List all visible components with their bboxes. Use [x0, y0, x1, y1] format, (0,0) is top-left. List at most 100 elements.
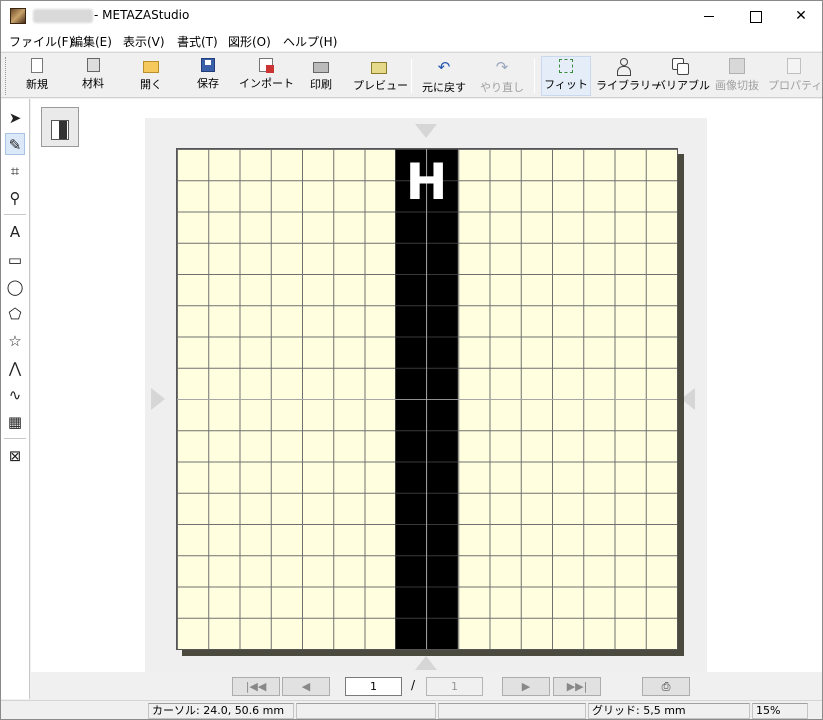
- printer-icon: [313, 62, 329, 73]
- import-label: インポート: [239, 77, 294, 90]
- first-page-button[interactable]: |◀◀: [232, 677, 280, 696]
- grid-size: グリッド: 5,5 mm: [588, 703, 750, 719]
- paper-grid[interactable]: H: [176, 148, 678, 650]
- import-icon: [259, 58, 274, 73]
- polyline-tool-icon[interactable]: ⋀: [5, 357, 25, 379]
- image-cut-icon: [729, 58, 745, 74]
- node-edit-tool-icon[interactable]: ✎: [5, 133, 25, 155]
- page-thumbnail[interactable]: [41, 107, 79, 147]
- ellipse-tool-icon[interactable]: ◯: [5, 276, 25, 298]
- thumbnail-preview: [51, 120, 69, 140]
- frame-tool-icon[interactable]: ⊠: [5, 445, 25, 467]
- redo-label: やり直し: [480, 81, 524, 94]
- blurred-filename: [33, 9, 93, 23]
- crop-tool-icon[interactable]: ⌗: [5, 160, 25, 182]
- design-stage[interactable]: H: [145, 118, 707, 672]
- prev-page-button[interactable]: ◀: [282, 677, 330, 696]
- variable-icon: [672, 58, 689, 75]
- preview-icon: [371, 62, 387, 74]
- import-button[interactable]: インポート: [239, 56, 294, 96]
- cursor-position: カーソル: 24.0, 50.6 mm: [148, 703, 294, 719]
- material-button[interactable]: 材料: [71, 56, 115, 96]
- fit-label: フィット: [544, 78, 588, 91]
- left-arrow-icon: [151, 388, 165, 410]
- open-button[interactable]: 開く: [129, 56, 173, 96]
- properties-button[interactable]: プロパティ: [768, 56, 823, 96]
- menu-bar: ファイル(F) 編集(E) 表示(V) 書式(T) 図形(O) ヘルプ(H): [1, 31, 822, 51]
- tool-palette: ➤ ✎ ⌗ ⚲ A ▭ ◯ ⬠ ☆ ⋀ ∿ ▦ ⊠: [1, 99, 30, 699]
- toolbar-separator: [534, 59, 535, 93]
- top-arrow-icon: [415, 124, 437, 138]
- palette-separator: [4, 438, 26, 439]
- polygon-tool-icon[interactable]: ⬠: [5, 303, 25, 325]
- redo-icon: ↷: [495, 58, 509, 76]
- close-button[interactable]: ✕: [778, 1, 823, 31]
- zoom-tool-icon[interactable]: ⚲: [5, 187, 25, 209]
- material-icon: [86, 58, 100, 72]
- app-window: - METAZAStudio ✕ ファイル(F) 編集(E) 表示(V) 書式(…: [0, 0, 823, 720]
- undo-icon: ↶: [437, 58, 451, 76]
- image-tool-icon[interactable]: ▦: [5, 411, 25, 433]
- palette-separator: [4, 214, 26, 215]
- fit-button[interactable]: フィット: [541, 56, 591, 96]
- curve-tool-icon[interactable]: ∿: [5, 384, 25, 406]
- floppy-icon: [201, 58, 215, 72]
- redo-button[interactable]: ↷ やり直し: [477, 56, 527, 96]
- properties-icon: [787, 58, 801, 74]
- preview-button[interactable]: プレビュー: [353, 56, 408, 96]
- print-button[interactable]: 印刷: [299, 56, 343, 96]
- zoom-level: 15%: [752, 703, 808, 719]
- undo-button[interactable]: ↶ 元に戻す: [419, 56, 469, 96]
- menu-help[interactable]: ヘルプ(H): [283, 33, 337, 50]
- menu-view[interactable]: 表示(V): [123, 33, 165, 50]
- menu-file[interactable]: ファイル(F): [9, 33, 73, 50]
- material-label: 材料: [82, 77, 104, 90]
- variable-label: バリアブル: [655, 79, 710, 92]
- image-cut-label: 画像切抜: [715, 79, 759, 92]
- toolbar-grip[interactable]: [5, 57, 8, 95]
- properties-label: プロパティ: [768, 79, 823, 92]
- output-button[interactable]: ⎙: [642, 677, 690, 696]
- open-label: 開く: [140, 78, 162, 91]
- fit-icon: [559, 59, 573, 73]
- total-pages-field: 1: [426, 677, 483, 696]
- letter-text[interactable]: H: [395, 152, 458, 212]
- new-button[interactable]: 新規: [15, 56, 59, 96]
- window-title: - METAZAStudio: [94, 8, 190, 22]
- status-pane-2: [296, 703, 436, 719]
- minimize-button[interactable]: [686, 1, 732, 31]
- save-label: 保存: [197, 77, 219, 90]
- toolbar-separator: [411, 59, 412, 93]
- page-navigation: |◀◀ ◀ 1 / 1 ▶ ▶▶| ⎙: [31, 673, 822, 700]
- maximize-button[interactable]: [732, 1, 778, 31]
- menu-edit[interactable]: 編集(E): [71, 33, 112, 50]
- menu-format[interactable]: 書式(T): [177, 33, 218, 50]
- new-document-icon: [31, 58, 43, 73]
- rectangle-tool-icon[interactable]: ▭: [5, 249, 25, 271]
- status-bar: カーソル: 24.0, 50.6 mm グリッド: 5,5 mm 15%: [1, 700, 822, 719]
- save-button[interactable]: 保存: [186, 56, 230, 96]
- undo-label: 元に戻す: [422, 81, 466, 94]
- current-page-input[interactable]: 1: [345, 677, 402, 696]
- select-tool-icon[interactable]: ➤: [5, 107, 25, 129]
- last-page-button[interactable]: ▶▶|: [553, 677, 601, 696]
- variable-button[interactable]: バリアブル: [655, 56, 710, 96]
- library-button[interactable]: ライブラリー: [596, 56, 662, 96]
- bottom-arrow-icon: [415, 656, 437, 670]
- text-tool-icon[interactable]: A: [5, 221, 25, 243]
- canvas-area[interactable]: H: [31, 99, 822, 672]
- menu-shape[interactable]: 図形(O): [228, 33, 271, 50]
- next-page-button[interactable]: ▶: [502, 677, 550, 696]
- main-toolbar: 新規 材料 開く 保存 インポート 印刷 プレビュー ↶ 元に戻す ↷ やり直し…: [1, 52, 822, 98]
- star-tool-icon[interactable]: ☆: [5, 330, 25, 352]
- new-label: 新規: [26, 78, 48, 91]
- page-separator: /: [411, 678, 416, 692]
- app-icon[interactable]: [10, 8, 26, 24]
- image-cut-button[interactable]: 画像切抜: [711, 56, 763, 96]
- preview-label: プレビュー: [353, 79, 408, 92]
- status-pane-3: [438, 703, 586, 719]
- library-icon: [617, 58, 631, 76]
- print-label: 印刷: [310, 78, 332, 91]
- title-bar: - METAZAStudio ✕: [1, 1, 822, 31]
- horizontal-guide: [177, 399, 677, 400]
